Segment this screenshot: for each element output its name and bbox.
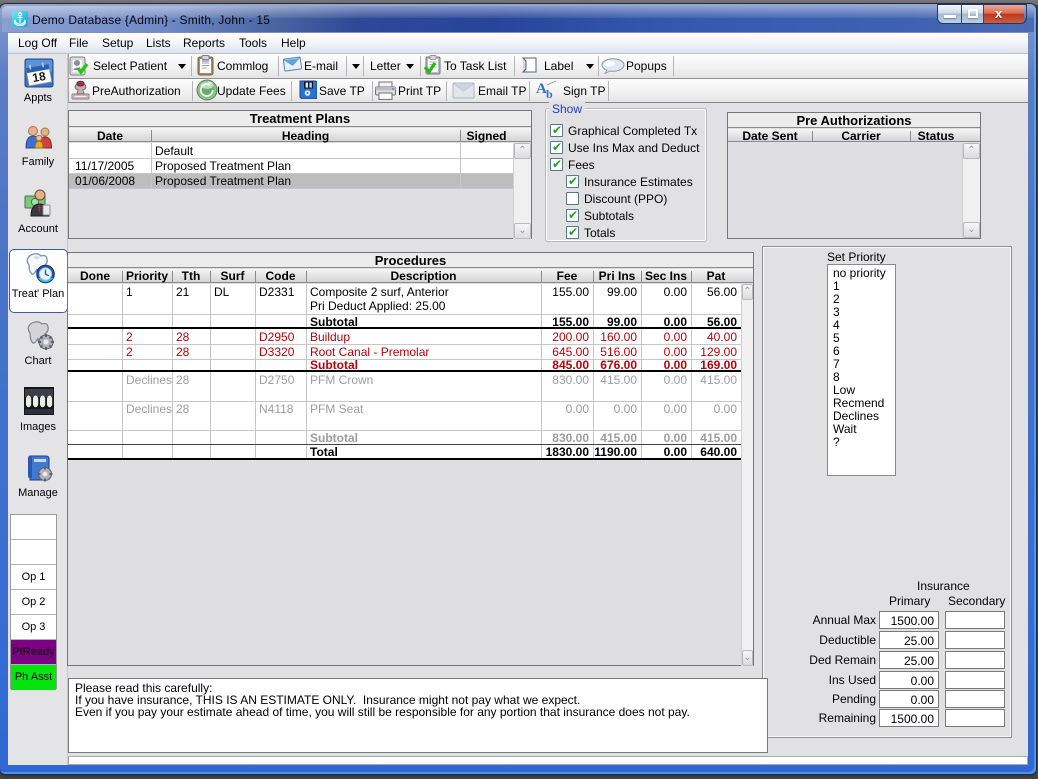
svg-text:b: b — [546, 87, 553, 100]
svg-text:18: 18 — [31, 69, 47, 85]
